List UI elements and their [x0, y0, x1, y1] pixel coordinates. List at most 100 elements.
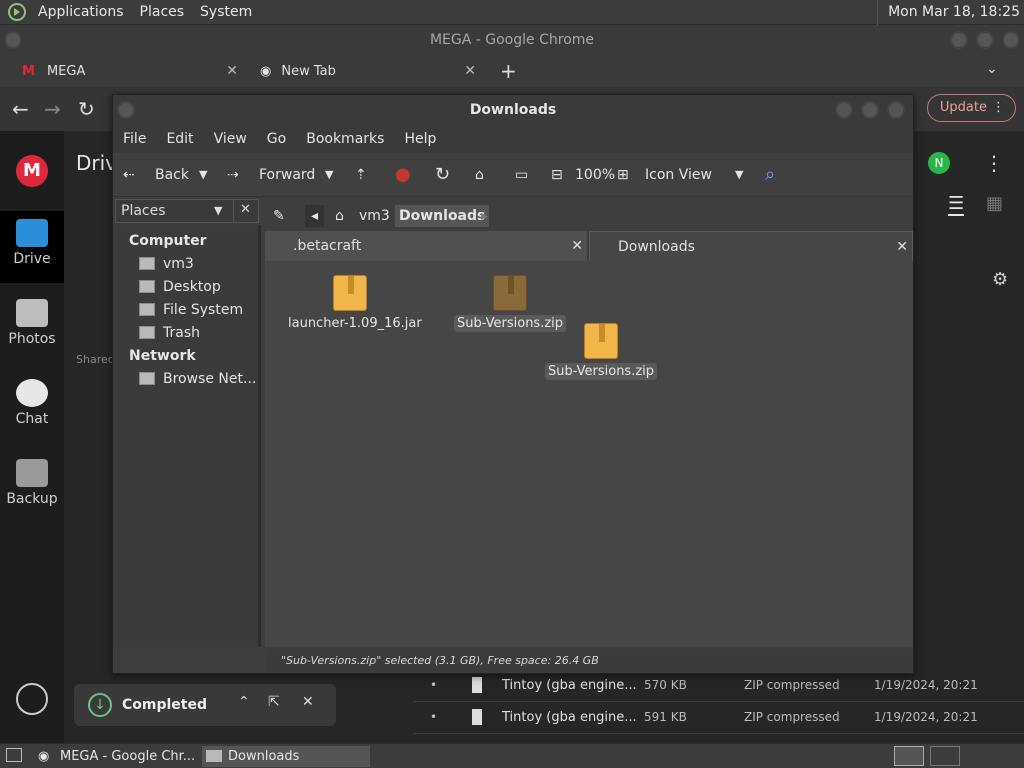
view-mode-dropdown-icon[interactable]: ▼ — [735, 153, 743, 197]
open-external-icon[interactable]: ⇱ — [268, 694, 280, 710]
maximize-icon[interactable] — [861, 101, 879, 119]
file-launcher-jar[interactable]: launcher-1.09_16.jar — [285, 275, 422, 332]
menu-view[interactable]: View — [204, 131, 257, 147]
menu-file[interactable]: File — [113, 131, 156, 147]
workspace-switcher-icon[interactable] — [930, 746, 960, 766]
breadcrumb-right-arrow-icon[interactable]: ▸ — [481, 205, 488, 227]
close-toast-icon[interactable]: ✕ — [302, 694, 314, 710]
more-options-icon[interactable]: ⋮ — [984, 151, 1004, 175]
breadcrumb-vm3[interactable]: vm3 — [359, 205, 390, 227]
menu-bookmarks[interactable]: Bookmarks — [296, 131, 394, 147]
sidebar-item-file-system[interactable]: File System — [139, 299, 243, 321]
new-tab-button[interactable]: + — [500, 59, 517, 83]
workspace-switcher-icon[interactable] — [894, 746, 924, 766]
mega-logo-icon[interactable]: M — [16, 155, 48, 187]
table-row[interactable]: • Tintoy (gba engine... 591 KB ZIP compr… — [414, 702, 1024, 734]
folder-icon — [206, 750, 222, 762]
breadcrumb-downloads[interactable]: Downloads — [395, 205, 490, 227]
taskbar-item-downloads[interactable]: Downloads — [202, 746, 370, 767]
folder-icon — [16, 219, 48, 247]
forward-arrow-icon[interactable]: → — [44, 97, 61, 121]
table-row[interactable]: • Tintoy (gba engine... 570 KB ZIP compr… — [414, 670, 1024, 702]
transfer-manager-icon[interactable] — [16, 683, 48, 715]
zoom-level: 100% — [575, 167, 616, 183]
nav-label: Drive — [13, 251, 51, 267]
close-tab-icon[interactable]: ✕ — [226, 63, 238, 79]
close-tab-icon[interactable]: ✕ — [571, 231, 583, 261]
sidebar-item-trash[interactable]: Trash — [139, 322, 200, 344]
sidebar-item-vm3[interactable]: vm3 — [139, 253, 194, 275]
nav-drive[interactable]: Drive — [0, 211, 64, 283]
menu-applications[interactable]: Applications — [30, 4, 132, 20]
menu-edit[interactable]: Edit — [156, 131, 203, 147]
breadcrumb-left-arrow-icon[interactable]: ◂ — [305, 205, 325, 227]
clock[interactable]: Mon Mar 18, 18:25 — [877, 0, 1024, 25]
forward-button[interactable]: Forward — [259, 153, 315, 197]
computer-icon[interactable]: ▭ — [515, 153, 528, 197]
tab-downloads[interactable]: Downloads ✕ — [589, 231, 913, 261]
home-folder-icon[interactable]: ⌂ — [475, 153, 484, 197]
file-sub-versions-zip-dragging[interactable]: Sub-Versions.zip — [536, 323, 666, 380]
back-button[interactable]: Back — [155, 153, 189, 197]
menu-system[interactable]: System — [192, 4, 260, 20]
zip-file-icon — [472, 709, 482, 725]
file-icon-view: launcher-1.09_16.jar Sub-Versions.zip Su… — [265, 261, 913, 647]
list-view-icon[interactable]: ☰ — [948, 193, 965, 216]
edit-location-icon[interactable]: ✎ — [273, 205, 285, 227]
minimize-icon[interactable] — [835, 101, 853, 119]
nav-photos[interactable]: Photos — [0, 291, 64, 363]
fm-tab-strip: .betacraft ✕ Downloads ✕ — [265, 229, 913, 261]
applications-logo-icon[interactable] — [8, 3, 26, 21]
show-desktop-icon[interactable] — [6, 748, 22, 762]
menu-help[interactable]: Help — [394, 131, 446, 147]
tab-new-tab[interactable]: ◉ New Tab ✕ — [248, 55, 486, 87]
close-tab-icon[interactable]: ✕ — [896, 232, 908, 262]
stop-icon[interactable]: ● — [395, 153, 411, 197]
menu-places[interactable]: Places — [132, 4, 193, 20]
nav-chat[interactable]: Chat — [0, 371, 64, 443]
kebab-menu-icon[interactable]: ⋮ — [992, 95, 1005, 121]
close-icon[interactable] — [887, 101, 905, 119]
update-label: Update — [939, 100, 987, 115]
reload-icon[interactable]: ↻ — [78, 97, 95, 121]
sidebar-item-desktop[interactable]: Desktop — [139, 276, 221, 298]
tab-label: MEGA — [46, 63, 86, 79]
search-icon[interactable]: ⌕ — [765, 153, 775, 197]
taskbar-item-chrome[interactable]: ◉ MEGA - Google Chr... — [34, 746, 200, 767]
maximize-icon[interactable] — [976, 31, 994, 49]
chevron-up-icon[interactable]: ⌃ — [238, 694, 250, 710]
minimize-icon[interactable] — [950, 31, 968, 49]
forward-arrow-icon[interactable]: ⇢ — [227, 153, 239, 197]
sidebar-item-label: File System — [163, 302, 244, 318]
status-bar: "Sub-Versions.zip" selected (3.1 GB), Fr… — [265, 649, 913, 673]
reload-icon[interactable]: ↻ — [435, 153, 450, 197]
up-arrow-icon[interactable]: ⇡ — [355, 153, 367, 197]
home-folder-icon — [139, 257, 155, 270]
close-tab-icon[interactable]: ✕ — [464, 63, 476, 79]
zoom-in-icon[interactable]: ⊞ — [617, 153, 629, 197]
close-sidebar-icon[interactable]: ✕ — [233, 199, 257, 223]
update-button[interactable]: Update ⋮ — [926, 94, 1016, 122]
back-arrow-icon[interactable]: ← — [12, 97, 29, 121]
places-dropdown-icon: ▼ — [214, 204, 223, 217]
close-icon[interactable] — [1002, 31, 1020, 49]
package-icon — [584, 323, 618, 359]
window-menu-icon[interactable] — [117, 101, 135, 119]
zoom-out-icon[interactable]: ⊟ — [551, 153, 563, 197]
tab-betacraft[interactable]: .betacraft ✕ — [265, 231, 587, 261]
sidebar-item-browse-network[interactable]: Browse Net... — [139, 368, 256, 390]
grid-view-icon[interactable]: ▦ — [986, 193, 1003, 214]
view-mode-select[interactable]: Icon View — [645, 153, 712, 197]
back-dropdown-icon[interactable]: ▼ — [199, 153, 207, 197]
avatar[interactable]: N — [928, 152, 950, 174]
tab-search-chevron-icon[interactable]: ⌄ — [986, 61, 998, 77]
file-manager-window: Downloads File Edit View Go Bookmarks He… — [112, 94, 914, 674]
tab-mega[interactable]: M MEGA ✕ — [10, 55, 248, 87]
window-menu-icon[interactable] — [4, 31, 22, 49]
nav-backup[interactable]: Backup — [0, 451, 64, 523]
settings-gear-icon[interactable]: ⚙ — [992, 269, 1008, 290]
forward-dropdown-icon[interactable]: ▼ — [325, 153, 333, 197]
back-arrow-icon[interactable]: ⇠ — [123, 153, 135, 197]
menu-go[interactable]: Go — [257, 131, 296, 147]
backup-computer-icon — [16, 459, 48, 487]
